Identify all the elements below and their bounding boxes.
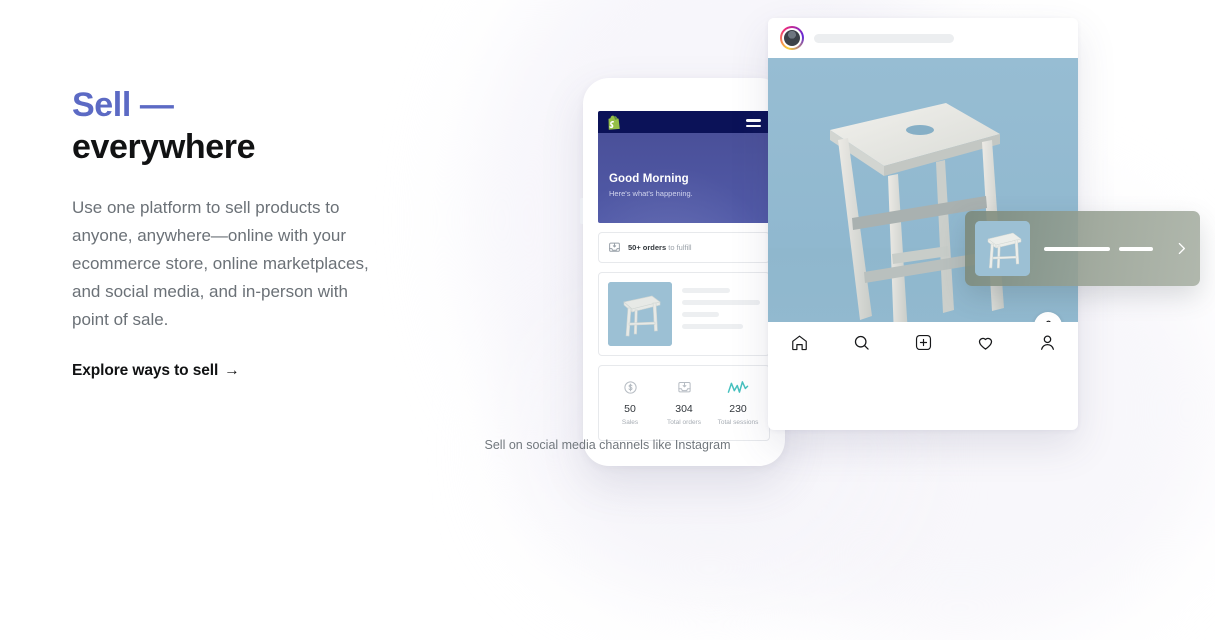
stat-label: Total sessions (717, 419, 759, 426)
placeholder-line (682, 288, 731, 293)
stat-total-orders: 304 Total orders (657, 378, 711, 426)
cta-label: Explore ways to sell (72, 362, 219, 379)
instagram-photo (768, 58, 1078, 362)
greeting-subtitle: Here's what's happening. (609, 189, 693, 198)
product-tag-card[interactable] (965, 211, 1200, 286)
instagram-post-header (768, 18, 1078, 58)
explore-ways-to-sell-link[interactable]: Explore ways to sell → (72, 362, 240, 380)
stat-value: 230 (729, 403, 747, 415)
stat-label: Total orders (667, 419, 701, 426)
inbox-tray-icon (657, 378, 711, 396)
hero-description: Use one platform to sell products to any… (72, 198, 369, 329)
stat-value: 50 (624, 403, 636, 415)
placeholder-line (1044, 246, 1110, 251)
product-tag-thumbnail (975, 221, 1030, 276)
app-topbar (598, 111, 770, 133)
instagram-caption: Sell on social media channels like Insta… (484, 438, 731, 452)
stat-total-sessions: 230 Total sessions (711, 378, 765, 426)
wooden-stool-photo (768, 58, 1078, 362)
page-title-rest: everywhere (72, 128, 256, 166)
app-hero-banner: Good Morning Here's what's happening. (598, 111, 770, 223)
orders-count: 50+ orders (628, 243, 667, 252)
page-title-accent: Sell — (72, 86, 174, 124)
arrow-right-icon: → (224, 362, 240, 379)
hamburger-menu-icon[interactable] (746, 119, 761, 130)
placeholder-line (682, 300, 760, 305)
phone-screen: Good Morning Here's what's happening. 50… (598, 111, 770, 449)
product-placeholder-lines (682, 282, 760, 336)
placeholder-line (1119, 246, 1153, 251)
hero-copy: Sell — everywhere Use one platform to se… (72, 84, 402, 380)
phone-mockup: Good Morning Here's what's happening. 50… (580, 78, 785, 466)
dollar-circle-icon (603, 378, 657, 396)
avatar[interactable] (780, 26, 804, 50)
orders-summary-text: 50+ orders to fulfill (628, 243, 692, 252)
home-icon[interactable] (790, 333, 809, 352)
stat-sales: 50 Sales (603, 378, 657, 426)
placeholder-line (682, 324, 743, 329)
greeting-title: Good Morning (609, 173, 689, 185)
orders-suffix: to fulfill (666, 243, 692, 252)
shopify-bag-icon (607, 115, 621, 130)
hero-section: Sell — everywhere Use one platform to se… (0, 0, 1215, 640)
product-tag-placeholder (1044, 246, 1157, 251)
orders-to-fulfill-card[interactable]: 50+ orders to fulfill (598, 232, 770, 263)
stats-card: 50 Sales 304 Total orders 230 Total sess… (598, 365, 770, 441)
stat-label: Sales (621, 419, 639, 426)
add-post-icon[interactable] (914, 333, 933, 352)
page-title: Sell — everywhere (72, 84, 402, 168)
phone-side-button (580, 198, 583, 224)
product-row[interactable] (598, 272, 770, 356)
line-chart-icon (711, 378, 765, 396)
instagram-nav-bar (768, 322, 1078, 362)
placeholder-line (682, 312, 720, 317)
username-placeholder (814, 33, 954, 43)
app-greeting: Good Morning Here's what's happening. (609, 173, 693, 198)
profile-icon[interactable] (1038, 333, 1057, 352)
stat-value: 304 (675, 403, 693, 415)
inbox-tray-icon (608, 241, 621, 254)
search-icon[interactable] (852, 333, 871, 352)
product-thumbnail (608, 282, 672, 346)
chevron-right-icon[interactable] (1173, 240, 1190, 257)
heart-icon[interactable] (976, 333, 995, 352)
